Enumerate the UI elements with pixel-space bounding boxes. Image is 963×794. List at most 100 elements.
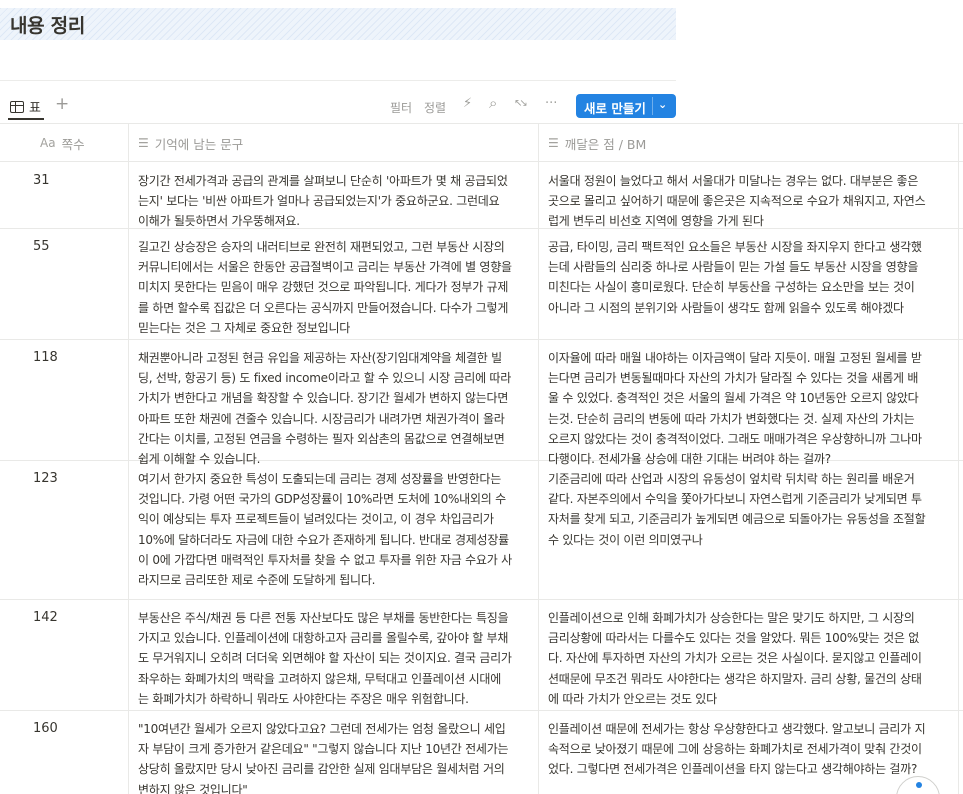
text-line: 커뮤니티에서는 서울은 한동안 공급절벽이고 금리는 부동산 가격에 별 영향을: [138, 260, 512, 275]
text-line: 가치가 변한다고 개념을 확장할 수 있습니다. 장기간 월세가 변하지 않는다…: [138, 391, 509, 406]
text-line: 속적으로 낮아졌기 때문에 그에 상응하는 화폐가치로 전세가격이 맞춰 간것이: [548, 742, 922, 757]
text-line: 아파트 또한 채권에 견줄수 있습니다. 시장금리가 내려가면 채권가격이 올라: [138, 411, 505, 426]
insight-cell[interactable]: 이자율에 따라 매월 내야하는 이자금액이 달라 지듯이. 매월 고정된 월세를…: [548, 348, 922, 469]
title-property-icon: Aa: [40, 136, 56, 150]
text-line: 자 부담이 크게 증가한거 같은데요" "그렇지 않습니다 지난 10년간 전세…: [138, 742, 509, 757]
text-line: 인플레이션 때문에 전세가는 항상 우상향한다고 생각했다. 알고보니 금리가 …: [548, 722, 926, 736]
text-line: 좌우하는 화폐가치의 맥락을 고려하지 않은채, 무턱대고 인플레이션 시대에: [138, 671, 502, 686]
insight-cell[interactable]: 서울대 정원이 늘었다고 해서 서울대가 미달나는 경우는 없다. 대부분은 좋…: [548, 171, 926, 232]
insight-cell[interactable]: 인플레이션으로 인해 화폐가치가 상승한다는 말은 맞기도 하지만, 그 시장의…: [548, 608, 922, 709]
text-line: 길고긴 상승장은 승자의 내러티브로 완전히 재편되었고, 그런 부동산 시장의: [138, 240, 505, 254]
memorable-quote-cell[interactable]: 부동산은 주식/채권 등 다른 전통 자산보다도 많은 부채를 동반한다는 특징…: [138, 608, 512, 709]
memorable-quote-cell[interactable]: "10여년간 월세가 오르지 않았다고요? 그런데 전세가는 엄청 올랐으니 세…: [138, 719, 509, 794]
text-line: 여기서 한가지 중요한 특성이 도출되는데 금리는 경제 성장률을 반영한다는: [138, 472, 502, 486]
page-number-cell[interactable]: 160: [33, 721, 58, 736]
insight-cell[interactable]: 인플레이션 때문에 전세가는 항상 우상향한다고 생각했다. 알고보니 금리가 …: [548, 719, 926, 780]
text-line: 오르지 않았다는 것이 충격적이었다. 그래도 매매가격은 우상향하니까 그나마: [548, 431, 922, 446]
table-row[interactable]: 31 장기간 전세가격과 공급의 관계를 살펴보니 단순히 '아파트가 몇 채 …: [0, 163, 963, 229]
column-header-insight[interactable]: ☰ 깨달은 점 / BM: [548, 124, 646, 162]
text-line: 믿는다는 것은 그 자체로 중요한 정보입니다: [138, 320, 351, 335]
text-line: 에 따라 가치가 안오르는 것도 있다: [548, 691, 717, 706]
text-line: 곳으로 몰리고 싶어하기 때문에 좋은곳은 지속적으로 수요가 채워지고, 자연…: [548, 194, 926, 209]
new-button[interactable]: 새로 만들기 ⌄: [576, 94, 676, 118]
view-tab-table[interactable]: 표: [10, 97, 41, 116]
text-line: 인플레이션으로 인해 화폐가치가 상승한다는 말은 맞기도 하지만, 그 시장의: [548, 611, 915, 625]
text-line: 울 수 있었다. 충격적인 것은 서울의 월세 가격은 약 10년동안 오르지 …: [548, 391, 919, 406]
text-line: 는지' 보다는 '비싼 아파트가 얼마나 공급되었는지'가 중요하군요. 그런데…: [138, 194, 500, 209]
insight-cell[interactable]: 공급, 타이밍, 금리 팩트적인 요소들은 부동산 시장을 좌지우지 한다고 생…: [548, 237, 922, 318]
text-line: 딩, 선박, 항공기 등) 도 fixed income이라고 할 수 있으니 …: [138, 371, 511, 386]
table-icon: [10, 100, 24, 113]
text-line: 간다는 이치를, 고정된 연금을 수령하는 필자 외삼촌의 몸값으로 연결해보면: [138, 431, 505, 446]
add-view-button[interactable]: +: [55, 94, 69, 114]
text-line: 라지므로 금리또한 제로 수준에 도달하게 됩니다.: [138, 573, 376, 588]
text-property-icon: ☰: [138, 136, 149, 150]
text-line: 상당히 올랐지만 당시 낮아진 금리를 감안한 실제 임대부담은 월세처럼 거의: [138, 762, 505, 777]
text-line: 는다면 금리가 변동될때마다 자산의 가치가 달라질 수 있다는 것을 새롭게 …: [548, 371, 919, 386]
text-line: 자처를 찾게 되고, 기준금리가 높게되면 예금으로 되돌아가는 유동성을 조절…: [548, 512, 926, 527]
sort-button[interactable]: 정렬: [424, 99, 446, 116]
more-options-icon[interactable]: ···: [545, 96, 557, 111]
text-line: 이자율에 따라 매월 내야하는 이자금액이 달라 지듯이. 매월 고정된 월세를…: [548, 351, 922, 365]
column-header-memorable[interactable]: ☰ 기억에 남는 문구: [138, 124, 243, 162]
column-divider[interactable]: [958, 124, 959, 794]
filter-button[interactable]: 필터: [390, 99, 412, 116]
column-divider[interactable]: [128, 124, 129, 794]
new-button-separator: [652, 97, 653, 115]
text-line: 었다. 그렇다면 전세가격은 인플레이션을 타지 않는다고 생각해야하는 걸까?: [548, 762, 918, 777]
page-number-cell[interactable]: 55: [33, 239, 50, 254]
page-title[interactable]: 내용 정리: [10, 11, 85, 38]
database-table: Aa 쪽수 ☰ 기억에 남는 문구 ☰ 깨달은 점 / BM 31 장기간 전세…: [0, 123, 963, 794]
page-number-cell[interactable]: 123: [33, 471, 58, 486]
page-number-cell[interactable]: 142: [33, 610, 58, 625]
column-header-pages[interactable]: Aa 쪽수: [40, 124, 85, 162]
text-line: 이 0에 가깝다면 매력적인 투자처를 찾을 수 없고 투자를 위한 자금 수요…: [138, 552, 512, 567]
text-line: 아니라 그 시점의 분위기와 사람들이 생각도 함께 읽을수 있도록 해야겠다: [548, 300, 904, 315]
text-line: 는 화폐가치가 하락하니 뭐라도 사야한다는 주장은 매우 위험합니다.: [138, 691, 469, 706]
text-line: 션때문에 무조건 뭐라도 사야한다는 생각은 하지말자. 금리 상황, 물건의 …: [548, 671, 922, 686]
text-line: 는데 사람들의 심리중 하나로 사람들이 믿는 가설 들도 부동산 시장을 영향…: [548, 260, 919, 275]
notification-dot-icon: [916, 782, 922, 788]
text-line: 다. 자산에 투자하면 자산의 가치가 오르는 것은 사실이다. 묻지않고 인플…: [548, 651, 922, 666]
text-line: 서울대 정원이 늘었다고 해서 서울대가 미달나는 경우는 없다. 대부분은 좋…: [548, 174, 919, 188]
insight-cell[interactable]: 기준금리에 따라 산업과 시장의 유동성이 엎치락 뒤치락 하는 원리를 배운거…: [548, 469, 926, 550]
memorable-quote-cell[interactable]: 채권뿐아니라 고정된 현금 유입을 제공하는 자산(장기임대계약을 체결한 빌 …: [138, 348, 511, 469]
table-row[interactable]: 142 부동산은 주식/채권 등 다른 전통 자산보다도 많은 부채를 동반한다…: [0, 600, 963, 711]
expand-icon[interactable]: ↖↘: [514, 98, 528, 109]
memorable-quote-cell[interactable]: 장기간 전세가격과 공급의 관계를 살펴보니 단순히 '아파트가 몇 채 공급되…: [138, 171, 508, 232]
view-tab-label: 표: [29, 101, 41, 116]
new-button-label: 새로 만들기: [584, 101, 646, 116]
table-row[interactable]: 123 여기서 한가지 중요한 특성이 도출되는데 금리는 경제 성장률을 반영…: [0, 461, 963, 600]
text-line: 변하지 않은 것입니다": [138, 782, 248, 794]
chevron-down-icon[interactable]: ⌄: [658, 98, 667, 111]
text-line: 도 무거워지니 오히려 더더욱 외면해야 할 자산이 되는 것이지요. 결국 금…: [138, 651, 512, 666]
text-line: 를 하면 할수록 집값은 더 오른다는 공식까지 만들어졌습니다. 다수가 그렇…: [138, 300, 509, 315]
text-line: 채권뿐아니라 고정된 현금 유입을 제공하는 자산(장기임대계약을 체결한 빌: [138, 351, 502, 365]
database-toolbar: 표 + 필터 정렬 ⚡ ⌕ ↖↘ ··· 새로 만들기 ⌄: [0, 91, 676, 121]
search-icon[interactable]: ⌕: [489, 94, 497, 112]
text-line: 10%에 달하더라도 자금에 대한 수요가 존재하게 됩니다. 반대로 경제성장…: [138, 532, 509, 547]
table-row[interactable]: 118 채권뿐아니라 고정된 현금 유입을 제공하는 자산(장기임대계약을 체결…: [0, 340, 963, 466]
text-line: 미친다는 사실이 흥미로웠다. 단순히 부동산을 구성하는 요소만을 보는 것이: [548, 280, 915, 295]
text-line: 것입니다. 가령 어떤 국가의 GDP성장률이 10%라면 도처에 10%내외의…: [138, 492, 506, 507]
column-header-label: 기억에 남는 문구: [154, 136, 244, 152]
page-number-cell[interactable]: 118: [33, 350, 58, 365]
text-line: "10여년간 월세가 오르지 않았다고요? 그런데 전세가는 엄청 올랐으니 세…: [138, 722, 506, 736]
automation-bolt-icon[interactable]: ⚡: [463, 96, 472, 111]
table-row[interactable]: 55 길고긴 상승장은 승자의 내러티브로 완전히 재편되었고, 그런 부동산 …: [0, 229, 963, 340]
text-line: 장기간 전세가격과 공급의 관계를 살펴보니 단순히 '아파트가 몇 채 공급되…: [138, 174, 508, 188]
text-property-icon: ☰: [548, 136, 559, 150]
text-line: 공급, 타이밍, 금리 팩트적인 요소들은 부동산 시장을 좌지우지 한다고 생…: [548, 240, 922, 254]
page-number-cell[interactable]: 31: [33, 173, 50, 188]
memorable-quote-cell[interactable]: 길고긴 상승장은 승자의 내러티브로 완전히 재편되었고, 그런 부동산 시장의…: [138, 237, 512, 338]
memorable-quote-cell[interactable]: 여기서 한가지 중요한 특성이 도출되는데 금리는 경제 성장률을 반영한다는 …: [138, 469, 512, 590]
column-header-label: 깨달은 점 / BM: [564, 136, 647, 152]
table-row[interactable]: 160 "10여년간 월세가 오르지 않았다고요? 그런데 전세가는 엄청 올랐…: [0, 711, 963, 794]
active-tab-indicator: [8, 118, 44, 120]
column-divider[interactable]: [538, 124, 539, 794]
text-line: 금리상황에 따라서는 다를수도 있다는 것을 알았다. 뭐든 100%맞는 것은…: [548, 631, 920, 646]
table-header: Aa 쪽수 ☰ 기억에 남는 문구 ☰ 깨달은 점 / BM: [0, 124, 963, 162]
text-line: 같다. 자본주의에서 수익을 쫓아가다보니 자연스럽게 기준금리가 낮게되면 투: [548, 492, 922, 507]
text-line: 기준금리에 따라 산업과 시장의 유동성이 엎치락 뒤치락 하는 원리를 배운거: [548, 472, 915, 486]
text-line: 미치지 못한다는 믿음이 매우 강했던 것으로 파악됩니다. 게다가 정부가 규…: [138, 280, 509, 295]
